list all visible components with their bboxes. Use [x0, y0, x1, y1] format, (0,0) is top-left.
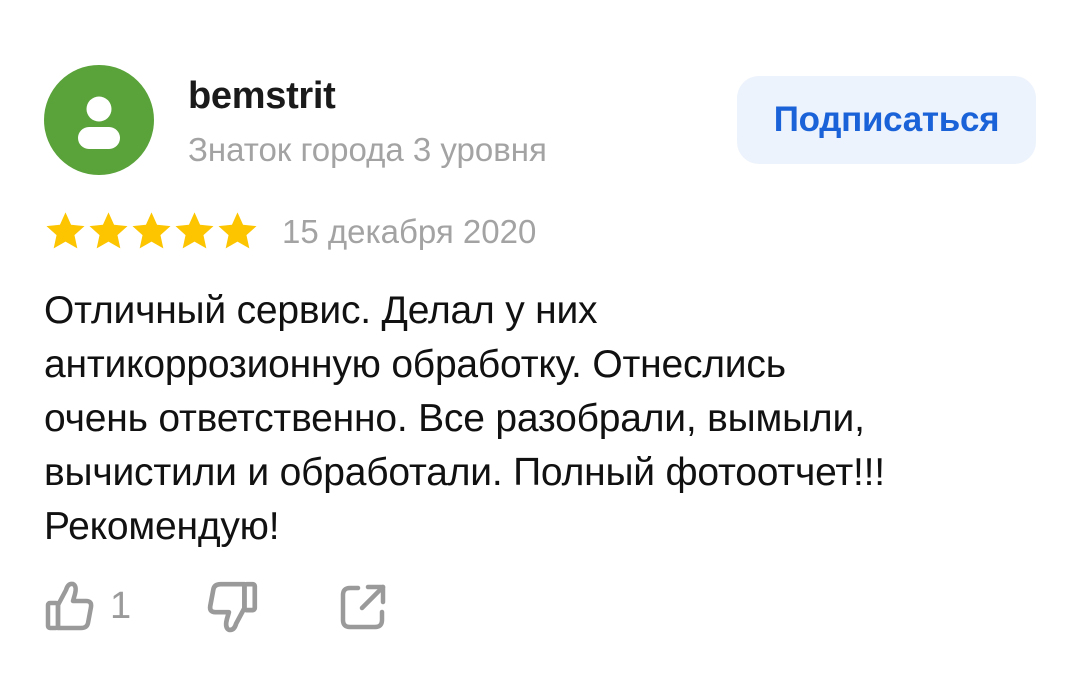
share-icon [340, 584, 386, 630]
author-name[interactable]: bemstrit [188, 74, 336, 118]
review-date: 15 декабря 2020 [282, 213, 537, 250]
review-text-line: Рекомендую! [44, 505, 280, 548]
thumbs-down-icon [207, 581, 258, 633]
review-text-line: очень ответственно. Все разобрали, вымыл… [44, 397, 865, 440]
star-rating [44, 208, 259, 254]
star-icon [89, 212, 128, 249]
author-level: Знаток города 3 уровня [188, 131, 547, 168]
review-text: Отличный сервис. Делал у них антикоррози… [44, 284, 1044, 554]
review-text-line: вычистили и обработали. Полный фотоотчет… [44, 451, 885, 494]
star-icon [175, 212, 214, 249]
share-button[interactable] [338, 582, 388, 632]
star-icon [218, 212, 257, 249]
like-count: 1 [110, 585, 132, 627]
avatar[interactable] [44, 65, 154, 175]
star-icon [46, 212, 85, 249]
thumbs-up-icon [45, 581, 94, 631]
star-icon [132, 212, 171, 249]
review-text-line: Отличный сервис. Делал у них [44, 289, 598, 332]
subscribe-button[interactable]: Подписаться [737, 76, 1036, 164]
dislike-button[interactable] [203, 578, 261, 636]
like-button[interactable]: 1 [44, 578, 154, 634]
review-text-line: антикоррозионную обработку. Отнеслись [44, 343, 786, 386]
user-silhouette-icon [78, 96, 120, 149]
